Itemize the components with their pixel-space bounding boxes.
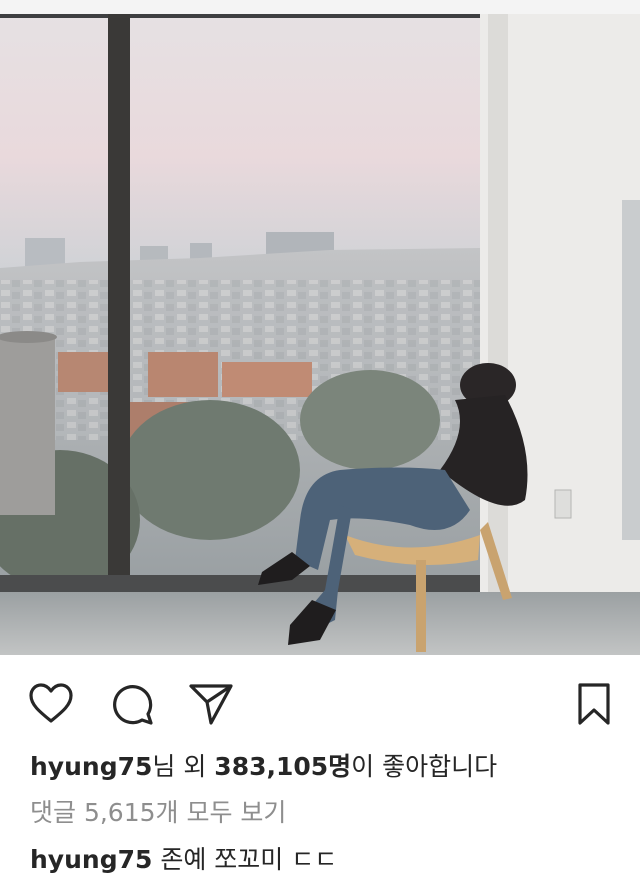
heart-icon	[29, 683, 73, 723]
post-photo[interactable]	[0, 0, 640, 655]
photo-scene	[0, 0, 640, 655]
like-button[interactable]	[27, 680, 75, 728]
caption: hyung75 존예 쪼꼬미 ㄷㄷ	[30, 845, 337, 875]
share-button[interactable]	[187, 680, 235, 728]
likes-tail-text: 이 좋아합니다	[351, 752, 498, 781]
action-bar	[0, 655, 640, 750]
view-all-comments-link[interactable]: 댓글 5,615개 모두 보기	[30, 798, 286, 828]
liker-username[interactable]: hyung75	[30, 752, 152, 781]
bookmark-icon	[578, 683, 610, 725]
likes-mid-text: 님 외	[152, 752, 215, 781]
comment-button[interactable]	[108, 680, 156, 728]
save-button[interactable]	[570, 680, 618, 728]
comment-bubble-icon	[113, 685, 153, 725]
paper-plane-icon	[189, 684, 233, 725]
caption-text: 존예 쪼꼬미 ㄷㄷ	[152, 845, 338, 874]
likes-summary: hyung75님 외 383,105명이 좋아합니다	[30, 752, 497, 782]
caption-username[interactable]: hyung75	[30, 845, 152, 874]
likes-count[interactable]: 383,105명	[214, 752, 351, 781]
